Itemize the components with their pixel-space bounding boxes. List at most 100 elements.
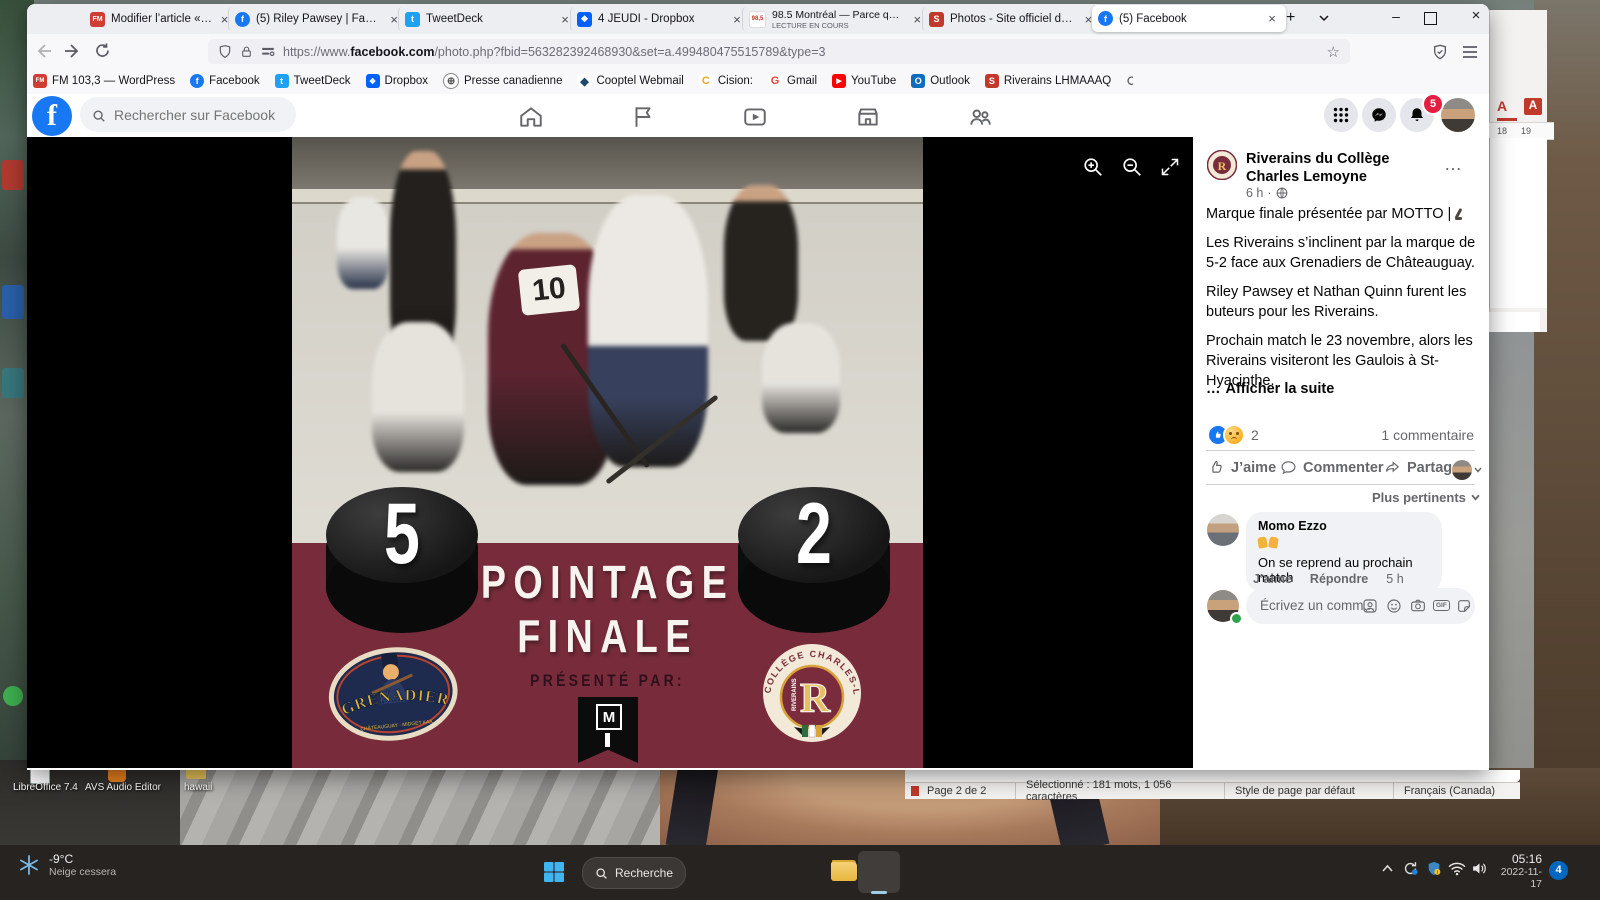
gif-icon[interactable]: GIF <box>1433 600 1450 611</box>
weather-widget[interactable]: -9°C Neige cessera <box>18 852 116 878</box>
desktop-icon-fragment[interactable] <box>2 160 24 190</box>
post-time[interactable]: 6 h <box>1246 186 1263 200</box>
volume-icon[interactable] <box>1471 861 1488 876</box>
desktop-icon-label[interactable]: AVS Audio Editor <box>85 782 161 793</box>
file-explorer-icon[interactable] <box>831 862 857 881</box>
site-permissions-icon[interactable] <box>261 46 275 58</box>
page-status[interactable]: Page 2 de 2 <box>927 785 1015 797</box>
marketplace-tab-icon[interactable] <box>855 104 881 130</box>
tray-chevron-icon[interactable] <box>1381 864 1394 873</box>
home-tab-icon[interactable] <box>518 104 544 130</box>
tab-close-icon[interactable]: × <box>1264 11 1280 26</box>
emoji-smiley-icon[interactable] <box>1386 598 1402 614</box>
tab-tweetdeck[interactable]: t TweetDeck × <box>398 7 579 31</box>
tab-riley-pawsey[interactable]: f (5) Riley Pawsey | Facebook × <box>228 7 407 31</box>
post-meta: 6 h · <box>1246 186 1288 200</box>
reactions-summary[interactable]: 2 <box>1207 424 1259 446</box>
profile-avatar[interactable] <box>1441 98 1475 132</box>
fullscreen-icon[interactable] <box>1160 157 1180 177</box>
sticker-icon[interactable] <box>1456 598 1472 614</box>
font-color-icon[interactable]: A <box>1497 98 1517 121</box>
groups-tab-icon[interactable] <box>967 104 993 130</box>
bookmark-youtube[interactable]: ▶YouTube <box>832 74 896 88</box>
bookmark-outlook[interactable]: OOutlook <box>911 74 970 88</box>
bookmark-star-icon[interactable]: ☆ <box>1327 43 1340 61</box>
desktop-icon-label[interactable]: LibreOffice 7.4 <box>13 782 78 793</box>
bookmark-presse-canadienne[interactable]: ⊕Presse canadienne <box>443 73 562 89</box>
pages-flag-tab-icon[interactable] <box>630 104 656 130</box>
post-author[interactable]: Riverains du Collège Charles Lemoyne <box>1246 150 1441 186</box>
zoom-in-icon[interactable] <box>1082 156 1104 178</box>
tab-facebook-active[interactable]: f (5) Facebook × <box>1092 5 1286 32</box>
riverains-logo: COLLÈGE CHARLES-LEMOYNE R RIVERAINS <box>760 641 864 745</box>
messenger-icon[interactable] <box>1362 98 1396 132</box>
security-shield-icon[interactable]: ! <box>1426 860 1442 877</box>
bookmark-cision[interactable]: CCision: <box>699 74 753 88</box>
camera-icon[interactable] <box>1410 598 1426 614</box>
new-tab-button[interactable]: + <box>1286 9 1295 27</box>
facebook-search-input[interactable] <box>80 97 296 132</box>
tab-radio-985[interactable]: 98,5 98.5 Montréal — Parce que v LECTURE… <box>742 7 931 31</box>
window-maximize-button[interactable] <box>1424 12 1437 25</box>
watch-tab-icon[interactable] <box>742 104 768 130</box>
reload-icon[interactable] <box>94 42 111 59</box>
wifi-icon[interactable] <box>1448 861 1466 876</box>
page-style-status[interactable]: Style de page par défaut <box>1225 785 1393 797</box>
like-button[interactable]: J’aime <box>1208 459 1276 476</box>
composer-placeholder: Écrivez un comm... <box>1260 598 1375 613</box>
bookmark-fm-wordpress[interactable]: FMFM 103,3 — WordPress <box>33 74 175 88</box>
start-button[interactable] <box>540 858 568 886</box>
avatar-sticker-icon[interactable] <box>1362 598 1378 614</box>
selection-status[interactable]: Sélectionné : 181 mots, 1 056 caractères <box>1016 779 1224 803</box>
bookmark-cooptel[interactable]: ◆Cooptel Webmail <box>577 74 683 88</box>
taskbar-search[interactable]: Recherche <box>582 857 686 889</box>
comment-reply-link[interactable]: Répondre <box>1310 572 1368 586</box>
desktop-icon-fragment[interactable] <box>2 285 24 319</box>
back-icon[interactable] <box>34 42 52 60</box>
desktop-icon-fragment[interactable] <box>3 686 23 706</box>
tracking-shield-icon[interactable] <box>218 44 232 59</box>
comment-sort-selector[interactable]: Plus pertinents <box>1372 490 1480 505</box>
notification-center-badge[interactable]: 4 <box>1549 861 1568 880</box>
document-modified-icon[interactable] <box>911 786 919 796</box>
window-minimize-button[interactable]: – <box>1380 8 1412 24</box>
riverains-favicon: S <box>985 74 999 88</box>
lock-icon[interactable] <box>240 45 253 59</box>
desktop-icon-label[interactable]: hawaii <box>184 782 212 793</box>
bookmark-dropbox[interactable]: ❖Dropbox <box>366 74 428 88</box>
bookmark-facebook[interactable]: fFacebook <box>190 74 260 88</box>
page-avatar[interactable]: R <box>1207 150 1237 180</box>
comment-time[interactable]: 5 h <box>1386 572 1403 586</box>
see-more-link[interactable]: … Afficher la suite <box>1206 381 1334 397</box>
desktop-icon-fragment[interactable] <box>2 368 24 398</box>
forward-icon[interactable] <box>64 42 82 60</box>
language-status[interactable]: Français (Canada) <box>1394 785 1495 797</box>
bookmark-gmail[interactable]: GGmail <box>768 74 817 88</box>
tab-dropbox[interactable]: ❖ 4 JEUDI - Dropbox × <box>570 7 751 31</box>
tab-riverains-site[interactable]: S Photos - Site officiel des River × <box>922 7 1101 31</box>
tab-wordpress[interactable]: FM Modifier l’article « Rendez-vo × <box>84 7 236 31</box>
url-bar[interactable]: https://www.facebook.com/photo.php?fbid=… <box>208 39 1350 64</box>
bookmark-urgences[interactable]: urgences hôpitaux <box>1126 75 1133 88</box>
taskbar-search-label: Recherche <box>615 866 673 880</box>
taskbar-clock[interactable]: 05:16 2022-11-17 <box>1490 852 1542 890</box>
menu-hamburger-icon[interactable] <box>1462 45 1478 59</box>
zoom-out-icon[interactable] <box>1121 156 1143 178</box>
pocket-shield-icon[interactable] <box>1432 44 1448 60</box>
comment-like-link[interactable]: J’aime <box>1253 572 1292 586</box>
facebook-logo[interactable]: f <box>32 96 72 136</box>
comment-composer[interactable]: Écrivez un comm... GIF <box>1246 588 1475 624</box>
apps-grid-icon[interactable] <box>1324 98 1358 132</box>
commenter-name[interactable]: Momo Ezzo <box>1258 519 1430 533</box>
window-close-button[interactable]: × <box>1460 7 1492 24</box>
bookmark-riverains[interactable]: SRiverains LHMAAAQ <box>985 74 1111 88</box>
comment-button[interactable]: Commenter <box>1280 459 1384 476</box>
highlight-color-icon[interactable]: A <box>1524 98 1542 115</box>
tab-list-chevron-icon[interactable] <box>1318 14 1330 22</box>
bookmark-tweetdeck[interactable]: tTweetDeck <box>275 74 351 88</box>
comment-count[interactable]: 1 commentaire <box>1360 427 1474 443</box>
post-menu-icon[interactable]: … <box>1444 154 1463 175</box>
commenter-avatar[interactable] <box>1207 514 1239 546</box>
share-as-avatar-selector[interactable] <box>1452 460 1482 480</box>
onedrive-sync-icon[interactable] <box>1402 860 1419 877</box>
